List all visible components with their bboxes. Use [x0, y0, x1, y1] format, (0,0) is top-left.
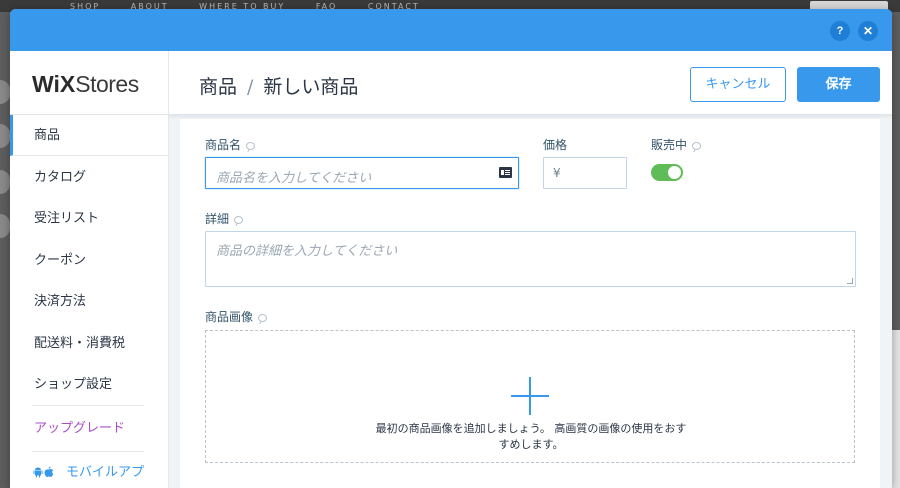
contact-card-icon[interactable]: [499, 167, 512, 178]
sidebar-item-payments[interactable]: 決済方法: [10, 281, 168, 322]
image-upload-hint: 最初の商品画像を追加しましょう。 高画質の画像の使用をおす すめします。: [366, 421, 696, 453]
price-label: 価格: [543, 138, 568, 152]
on-sale-label: 販売中: [651, 136, 702, 153]
sidebar-item-shipping-tax[interactable]: 配送料・消費税: [10, 323, 168, 364]
sidebar-item-upgrade[interactable]: アップグレード: [10, 408, 168, 449]
on-sale-toggle[interactable]: [651, 164, 683, 181]
details-label-text: 詳細: [205, 212, 230, 226]
info-icon[interactable]: [246, 142, 256, 150]
add-image-icon[interactable]: [529, 377, 531, 415]
details-textarea[interactable]: 商品の詳細を入力してください: [205, 231, 856, 287]
modal-header: WiXStores 商品 / 新しい商品 キャンセル 保存: [10, 51, 892, 115]
images-label: 商品画像: [205, 308, 268, 325]
on-sale-label-text: 販売中: [651, 138, 688, 152]
background-tile: [0, 80, 10, 104]
cancel-button[interactable]: キャンセル: [690, 67, 786, 102]
product-editor-modal: ? ✕ WiXStores 商品 / 新しい商品 キャンセル 保存 商品 カタログ …: [10, 9, 892, 488]
details-label: 詳細: [205, 210, 244, 227]
background-panel: [892, 330, 900, 488]
background-tile: [0, 170, 10, 194]
breadcrumb-parent[interactable]: 商品: [199, 76, 237, 98]
save-button[interactable]: 保存: [797, 67, 880, 102]
details-placeholder: 商品の詳細を入力してください: [216, 244, 398, 259]
android-icon: [33, 467, 43, 478]
price-input[interactable]: ¥: [543, 157, 627, 189]
breadcrumb-separator: /: [247, 76, 254, 98]
currency-symbol: ¥: [553, 166, 561, 180]
product-name-label: 商品名: [205, 136, 256, 153]
breadcrumb: 商品 / 新しい商品: [199, 72, 358, 99]
info-icon[interactable]: [258, 314, 268, 322]
logo-stores: Stores: [75, 71, 139, 97]
product-name-input[interactable]: 商品名を入力してください: [205, 157, 519, 189]
sidebar-item-mobile-app[interactable]: モバイルアプ: [32, 461, 144, 480]
logo-area: WiXStores: [10, 51, 169, 115]
product-name-placeholder: 商品名を入力してください: [216, 171, 372, 186]
info-icon[interactable]: [234, 216, 244, 224]
mobile-app-label: モバイルアプ: [66, 465, 145, 480]
page-title: 新しい商品: [263, 76, 359, 98]
images-label-text: 商品画像: [205, 310, 254, 324]
apple-icon: [44, 466, 54, 477]
image-dropzone[interactable]: 最初の商品画像を追加しましょう。 高画質の画像の使用をおす すめします。: [205, 330, 855, 463]
sidebar-item-catalog[interactable]: カタログ: [10, 157, 168, 198]
product-name-label-text: 商品名: [205, 138, 242, 152]
image-upload-hint-line: 最初の商品画像を追加しましょう。 高画質の画像の使用をおす: [375, 422, 687, 435]
sidebar-divider: [32, 405, 144, 406]
info-icon[interactable]: [692, 142, 702, 150]
sidebar-item-products[interactable]: 商品: [10, 115, 168, 156]
background-tile: [0, 124, 10, 148]
image-upload-hint-line: すめします。: [498, 438, 564, 451]
sidebar: 商品 カタログ 受注リスト クーポン 決済方法 配送料・消費税 ショップ設定 ア…: [10, 115, 169, 488]
close-button[interactable]: ✕: [858, 21, 878, 41]
resize-handle-icon[interactable]: [847, 278, 853, 284]
help-button[interactable]: ?: [830, 21, 850, 41]
sidebar-item-coupons[interactable]: クーポン: [10, 240, 168, 281]
wix-stores-logo: WiXStores: [32, 71, 139, 98]
logo-wix: WiX: [32, 71, 76, 97]
sidebar-item-orders[interactable]: 受注リスト: [10, 198, 168, 239]
sidebar-item-shop-settings[interactable]: ショップ設定: [10, 364, 168, 405]
product-form: 商品名 商品名を入力してください 価格 ¥ 販売中 詳細 商品の詳細を入力してく…: [180, 119, 880, 488]
modal-topbar: ? ✕: [10, 9, 892, 51]
background-tile: [0, 214, 10, 238]
sidebar-divider: [32, 451, 144, 452]
